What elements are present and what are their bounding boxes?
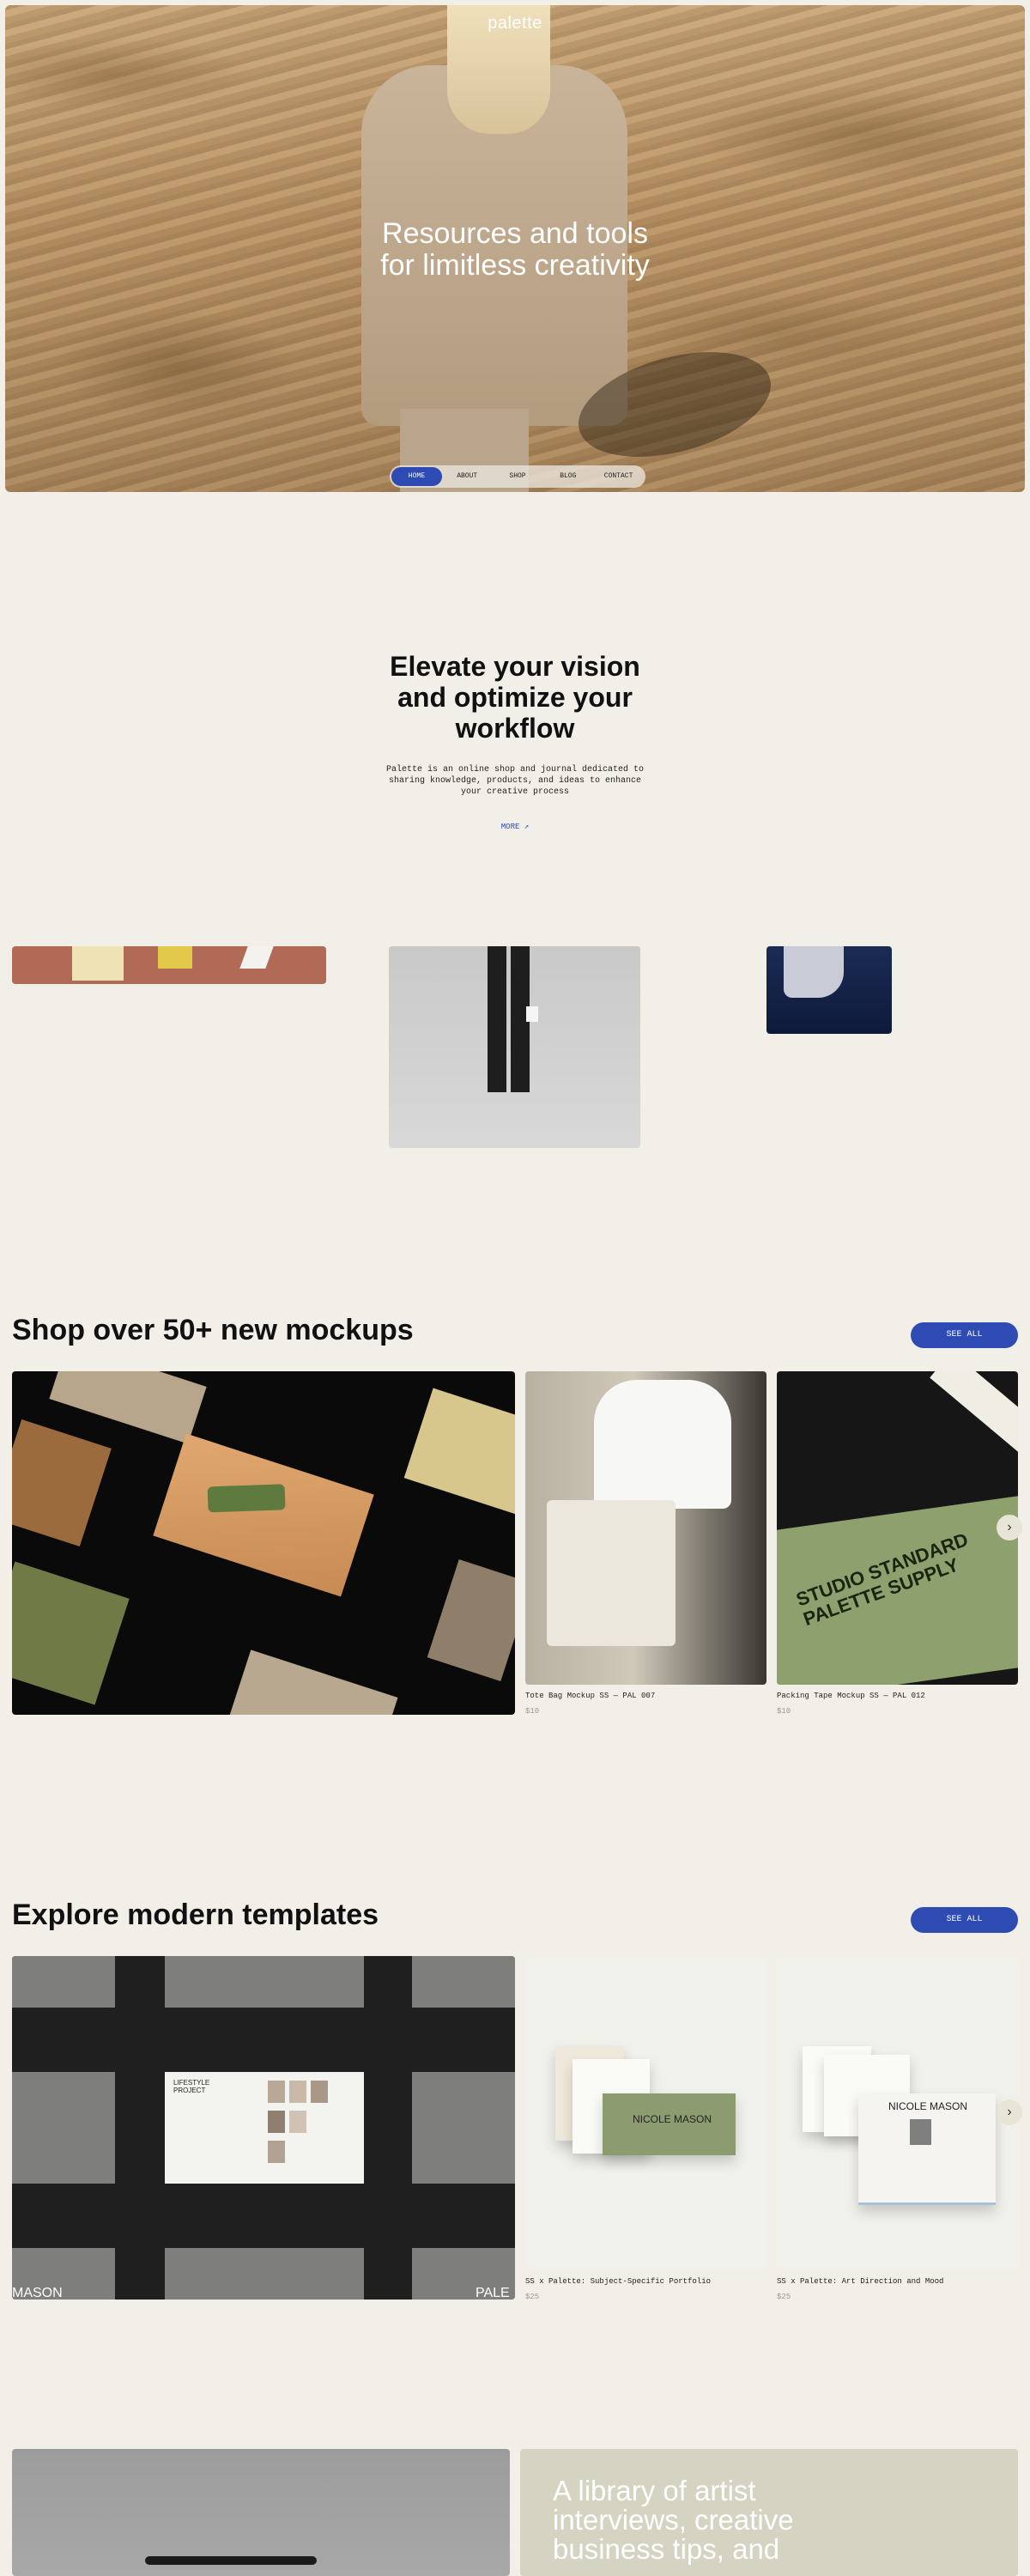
more-link[interactable]: MORE ↗	[0, 823, 1030, 831]
nav-contact[interactable]: CONTACT	[593, 467, 644, 486]
mockup-card-meta: Packing Tape Mockup SS — PAL 012 $10	[777, 1692, 925, 1716]
nav-blog[interactable]: BLOG	[542, 467, 593, 486]
mockup-featured-image[interactable]	[12, 1371, 515, 1715]
product-price: $25	[777, 2293, 791, 2301]
product-name[interactable]: SS x Palette: Subject-Specific Portfolio	[525, 2277, 711, 2286]
mockups-see-all-button[interactable]: SEE ALL	[911, 1322, 1018, 1348]
chevron-right-icon[interactable]: ›	[997, 2099, 1022, 2125]
mockup-card-meta: Tote Bag Mockup SS — PAL 007 $10	[525, 1692, 655, 1716]
collage-image-blocks	[12, 946, 326, 984]
hero-banner: palette Resources and tools for limitles…	[5, 5, 1025, 492]
template-card-portfolio[interactable]: NICOLE MASON	[525, 1956, 766, 2269]
mockup-card-packing-tape[interactable]: STUDIO STANDARD PALETTE SUPPLY	[777, 1371, 1018, 1685]
nav-home[interactable]: HOME	[391, 467, 442, 486]
journal-image	[12, 2449, 510, 2576]
hero-title-line: for limitless creativity	[380, 249, 650, 282]
main-nav: HOME ABOUT SHOP BLOG CONTACT	[390, 465, 645, 488]
product-price: $10	[777, 1707, 791, 1716]
hero-title-line: Resources and tools	[382, 217, 648, 250]
journal-card[interactable]: A library of artist interviews, creative…	[520, 2449, 1018, 2576]
hero-title: Resources and tools for limitless creati…	[5, 218, 1025, 282]
collage-image-sculpture	[766, 946, 892, 1034]
nav-shop[interactable]: SHOP	[493, 467, 543, 486]
template-card-meta: SS x Palette: Art Direction and Mood $25	[777, 2277, 943, 2301]
template-card-art-direction[interactable]: NICOLE MASON	[777, 1956, 1018, 2269]
preview-label: PALE	[476, 2286, 510, 2300]
product-name[interactable]: Packing Tape Mockup SS — PAL 012	[777, 1692, 925, 1700]
portfolio-name: NICOLE MASON	[633, 2113, 712, 2125]
mockup-card-tote-bag[interactable]	[525, 1371, 766, 1685]
project-label: LIFESTYLE PROJECT	[173, 2079, 210, 2094]
product-price: $25	[525, 2293, 540, 2301]
logo[interactable]: palette	[5, 14, 1025, 33]
intro-title: Elevate your vision and optimize your wo…	[0, 651, 1030, 744]
chevron-right-icon[interactable]: ›	[997, 1515, 1022, 1540]
preview-label: MASON	[12, 2286, 63, 2300]
template-featured-image[interactable]: LIFESTYLE PROJECT MASON PALE	[12, 1956, 515, 2300]
template-card-meta: SS x Palette: Subject-Specific Portfolio…	[525, 2277, 711, 2301]
intro-description: Palette is an online shop and journal de…	[385, 765, 645, 797]
templates-title: Explore modern templates	[12, 1899, 379, 1931]
templates-see-all-button[interactable]: SEE ALL	[911, 1907, 1018, 1933]
intro-title-line: workflow	[455, 713, 575, 744]
nav-about[interactable]: ABOUT	[442, 467, 493, 486]
product-price: $10	[525, 1707, 540, 1716]
journal-text: A library of artist interviews, creative…	[553, 2475, 794, 2565]
intro-title-line: and optimize your	[397, 682, 633, 713]
intro-title-line: Elevate your vision	[390, 651, 640, 682]
portfolio-name: NICOLE MASON	[888, 2100, 968, 2112]
collage-image-suit	[389, 946, 640, 1148]
mockups-title: Shop over 50+ new mockups	[12, 1314, 414, 1346]
product-name[interactable]: Tote Bag Mockup SS — PAL 007	[525, 1692, 655, 1700]
product-name[interactable]: SS x Palette: Art Direction and Mood	[777, 2277, 943, 2286]
